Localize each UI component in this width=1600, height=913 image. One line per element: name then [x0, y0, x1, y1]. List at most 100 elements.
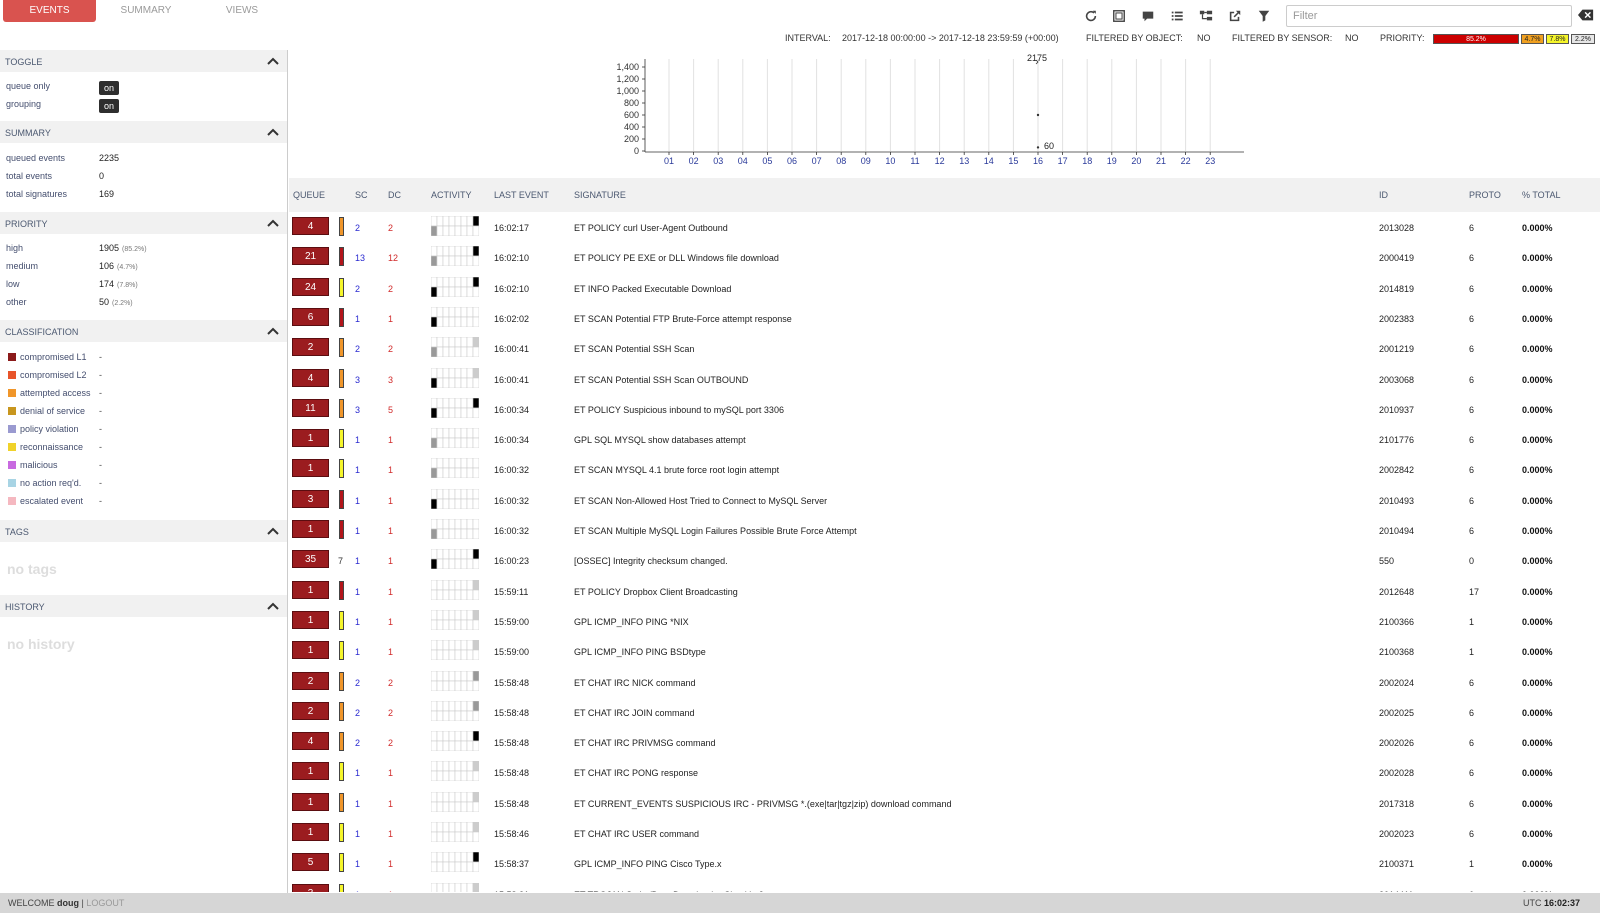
col-pct-total[interactable]: % TOTAL: [1522, 190, 1561, 200]
source-count[interactable]: 1: [355, 647, 360, 657]
priority-item-label[interactable]: high: [6, 243, 23, 253]
chevron-up-icon[interactable]: [267, 526, 279, 536]
queue-count-badge[interactable]: 1: [292, 610, 329, 629]
source-count[interactable]: 2: [355, 223, 360, 233]
logout-link[interactable]: LOGOUT: [86, 898, 124, 908]
source-count[interactable]: 1: [355, 859, 360, 869]
destination-count[interactable]: 1: [388, 890, 393, 892]
source-count[interactable]: 2: [355, 678, 360, 688]
table-row[interactable]: 21 13 12 16:02:10 ET POLICY PE EXE or DLL Wi…: [289, 242, 1600, 272]
signature-name[interactable]: ET POLICY Dropbox Client Broadcasting: [574, 587, 738, 597]
queue-count-badge[interactable]: 2: [292, 338, 329, 357]
signature-name[interactable]: ET SCAN Multiple MySQL Login Failures Po…: [574, 526, 857, 536]
classification-label[interactable]: no action req'd.: [20, 478, 81, 488]
toggle-section-header[interactable]: TOGGLE: [0, 50, 287, 72]
col-queue[interactable]: QUEUE: [293, 190, 325, 200]
table-row[interactable]: 2 2 2 15:58:48 ET CHAT IRC JOIN command 20020…: [289, 697, 1600, 727]
queue-count-badge[interactable]: 4: [292, 732, 329, 751]
source-count[interactable]: 1: [355, 435, 360, 445]
signature-name[interactable]: ET POLICY curl User-Agent Outbound: [574, 223, 728, 233]
source-count[interactable]: 3: [355, 375, 360, 385]
chevron-up-icon[interactable]: [267, 601, 279, 611]
summary-section-header[interactable]: SUMMARY: [0, 121, 287, 143]
classification-label[interactable]: malicious: [20, 460, 58, 470]
destination-count[interactable]: 1: [388, 435, 393, 445]
table-row[interactable]: 4 2 2 15:58:48 ET CHAT IRC PRIVMSG command 20…: [289, 727, 1600, 757]
queue-count-badge[interactable]: 21: [292, 247, 329, 266]
table-row[interactable]: 5 1 1 15:58:37 GPL ICMP_INFO PING Cisco Type…: [289, 848, 1600, 878]
source-count[interactable]: 1: [355, 768, 360, 778]
classification-label[interactable]: escalated event: [20, 496, 83, 506]
signature-name[interactable]: ET CHAT IRC USER command: [574, 829, 699, 839]
signature-name[interactable]: ET CHAT IRC JOIN command: [574, 708, 695, 718]
destination-count[interactable]: 3: [388, 375, 393, 385]
queue-count-badge[interactable]: 1: [292, 429, 329, 448]
destination-count[interactable]: 1: [388, 465, 393, 475]
destination-count[interactable]: 2: [388, 738, 393, 748]
queue-only-toggle[interactable]: on: [99, 81, 119, 95]
destination-count[interactable]: 2: [388, 678, 393, 688]
table-row[interactable]: 3 1 1 15:58:21 ET TROJAN Script/Dory Downloa…: [289, 879, 1600, 892]
source-count[interactable]: 2: [355, 284, 360, 294]
signature-name[interactable]: ET SCAN Potential SSH Scan OUTBOUND: [574, 375, 748, 385]
table-row[interactable]: 1 1 1 16:00:32 ET SCAN MYSQL 4.1 brute force…: [289, 454, 1600, 484]
tab-events[interactable]: EVENTS: [3, 0, 96, 22]
expand-icon[interactable]: [1110, 6, 1128, 26]
classification-label[interactable]: attempted access: [20, 388, 91, 398]
queue-count-badge[interactable]: 1: [292, 641, 329, 660]
classification-label[interactable]: reconnaissance: [20, 442, 83, 452]
source-count[interactable]: 13: [355, 253, 365, 263]
table-row[interactable]: 2 2 2 16:00:41 ET SCAN Potential SSH Scan 200…: [289, 333, 1600, 363]
queue-count-badge[interactable]: 3: [292, 489, 329, 508]
tab-summary[interactable]: SUMMARY: [104, 0, 188, 22]
signature-name[interactable]: ET SCAN Potential FTP Brute-Force attemp…: [574, 314, 792, 324]
source-count[interactable]: 1: [355, 556, 360, 566]
queue-count-badge[interactable]: 2: [292, 701, 329, 720]
priority-item-label[interactable]: medium: [6, 261, 38, 271]
source-count[interactable]: 1: [355, 314, 360, 324]
source-count[interactable]: 1: [355, 829, 360, 839]
classification-label[interactable]: compromised L2: [20, 370, 87, 380]
source-count[interactable]: 1: [355, 799, 360, 809]
destination-count[interactable]: 1: [388, 647, 393, 657]
table-row[interactable]: 1 1 1 15:59:00 GPL ICMP_INFO PING *NIX 210036…: [289, 606, 1600, 636]
table-row[interactable]: 6 1 1 16:02:02 ET SCAN Potential FTP Brute-F…: [289, 303, 1600, 333]
source-count[interactable]: 1: [355, 617, 360, 627]
classification-label[interactable]: compromised L1: [20, 352, 87, 362]
source-count[interactable]: 2: [355, 344, 360, 354]
queue-count-badge[interactable]: 1: [292, 762, 329, 781]
table-row[interactable]: 1 1 1 15:59:11 ET POLICY Dropbox Client Broa…: [289, 576, 1600, 606]
col-signature[interactable]: SIGNATURE: [574, 190, 626, 200]
refresh-icon[interactable]: [1082, 6, 1100, 26]
queue-count-badge[interactable]: 1: [292, 823, 329, 841]
col-activity[interactable]: ACTIVITY: [431, 190, 472, 200]
source-count[interactable]: 3: [355, 405, 360, 415]
destination-count[interactable]: 2: [388, 344, 393, 354]
table-row[interactable]: 1 1 1 15:58:48 ET CURRENT_EVENTS SUSPICIOUS …: [289, 788, 1600, 818]
signature-name[interactable]: ET SCAN MYSQL 4.1 brute force root login…: [574, 465, 779, 475]
destination-count[interactable]: 1: [388, 859, 393, 869]
queue-count-badge[interactable]: 1: [292, 792, 329, 811]
priority-item-label[interactable]: other: [6, 297, 27, 307]
queue-count-badge[interactable]: 5: [292, 853, 329, 872]
table-row[interactable]: 4 2 2 16:02:17 ET POLICY curl User-Agent Out…: [289, 212, 1600, 242]
history-section-header[interactable]: HISTORY: [0, 595, 287, 617]
signature-name[interactable]: ET SCAN Potential SSH Scan: [574, 344, 694, 354]
destination-count[interactable]: 12: [388, 253, 398, 263]
tree-icon[interactable]: [1197, 6, 1215, 26]
table-row[interactable]: 24 2 2 16:02:10 ET INFO Packed Executable Do…: [289, 273, 1600, 303]
source-count[interactable]: 1: [355, 587, 360, 597]
destination-count[interactable]: 1: [388, 768, 393, 778]
queue-count-badge[interactable]: 3: [292, 883, 329, 892]
external-link-icon[interactable]: [1226, 6, 1244, 26]
signature-name[interactable]: GPL ICMP_INFO PING *NIX: [574, 617, 689, 627]
table-row[interactable]: 1 1 1 16:00:32 ET SCAN Multiple MySQL Login …: [289, 515, 1600, 545]
signature-name[interactable]: ET CHAT IRC PRIVMSG command: [574, 738, 716, 748]
destination-count[interactable]: 1: [388, 314, 393, 324]
filter-icon[interactable]: [1255, 6, 1273, 26]
table-row[interactable]: 2 2 2 15:58:48 ET CHAT IRC NICK command 20020…: [289, 667, 1600, 697]
queue-count-badge[interactable]: 6: [292, 307, 329, 326]
chevron-up-icon[interactable]: [267, 127, 279, 137]
col-sc[interactable]: SC: [355, 190, 368, 200]
destination-count[interactable]: 1: [388, 587, 393, 597]
